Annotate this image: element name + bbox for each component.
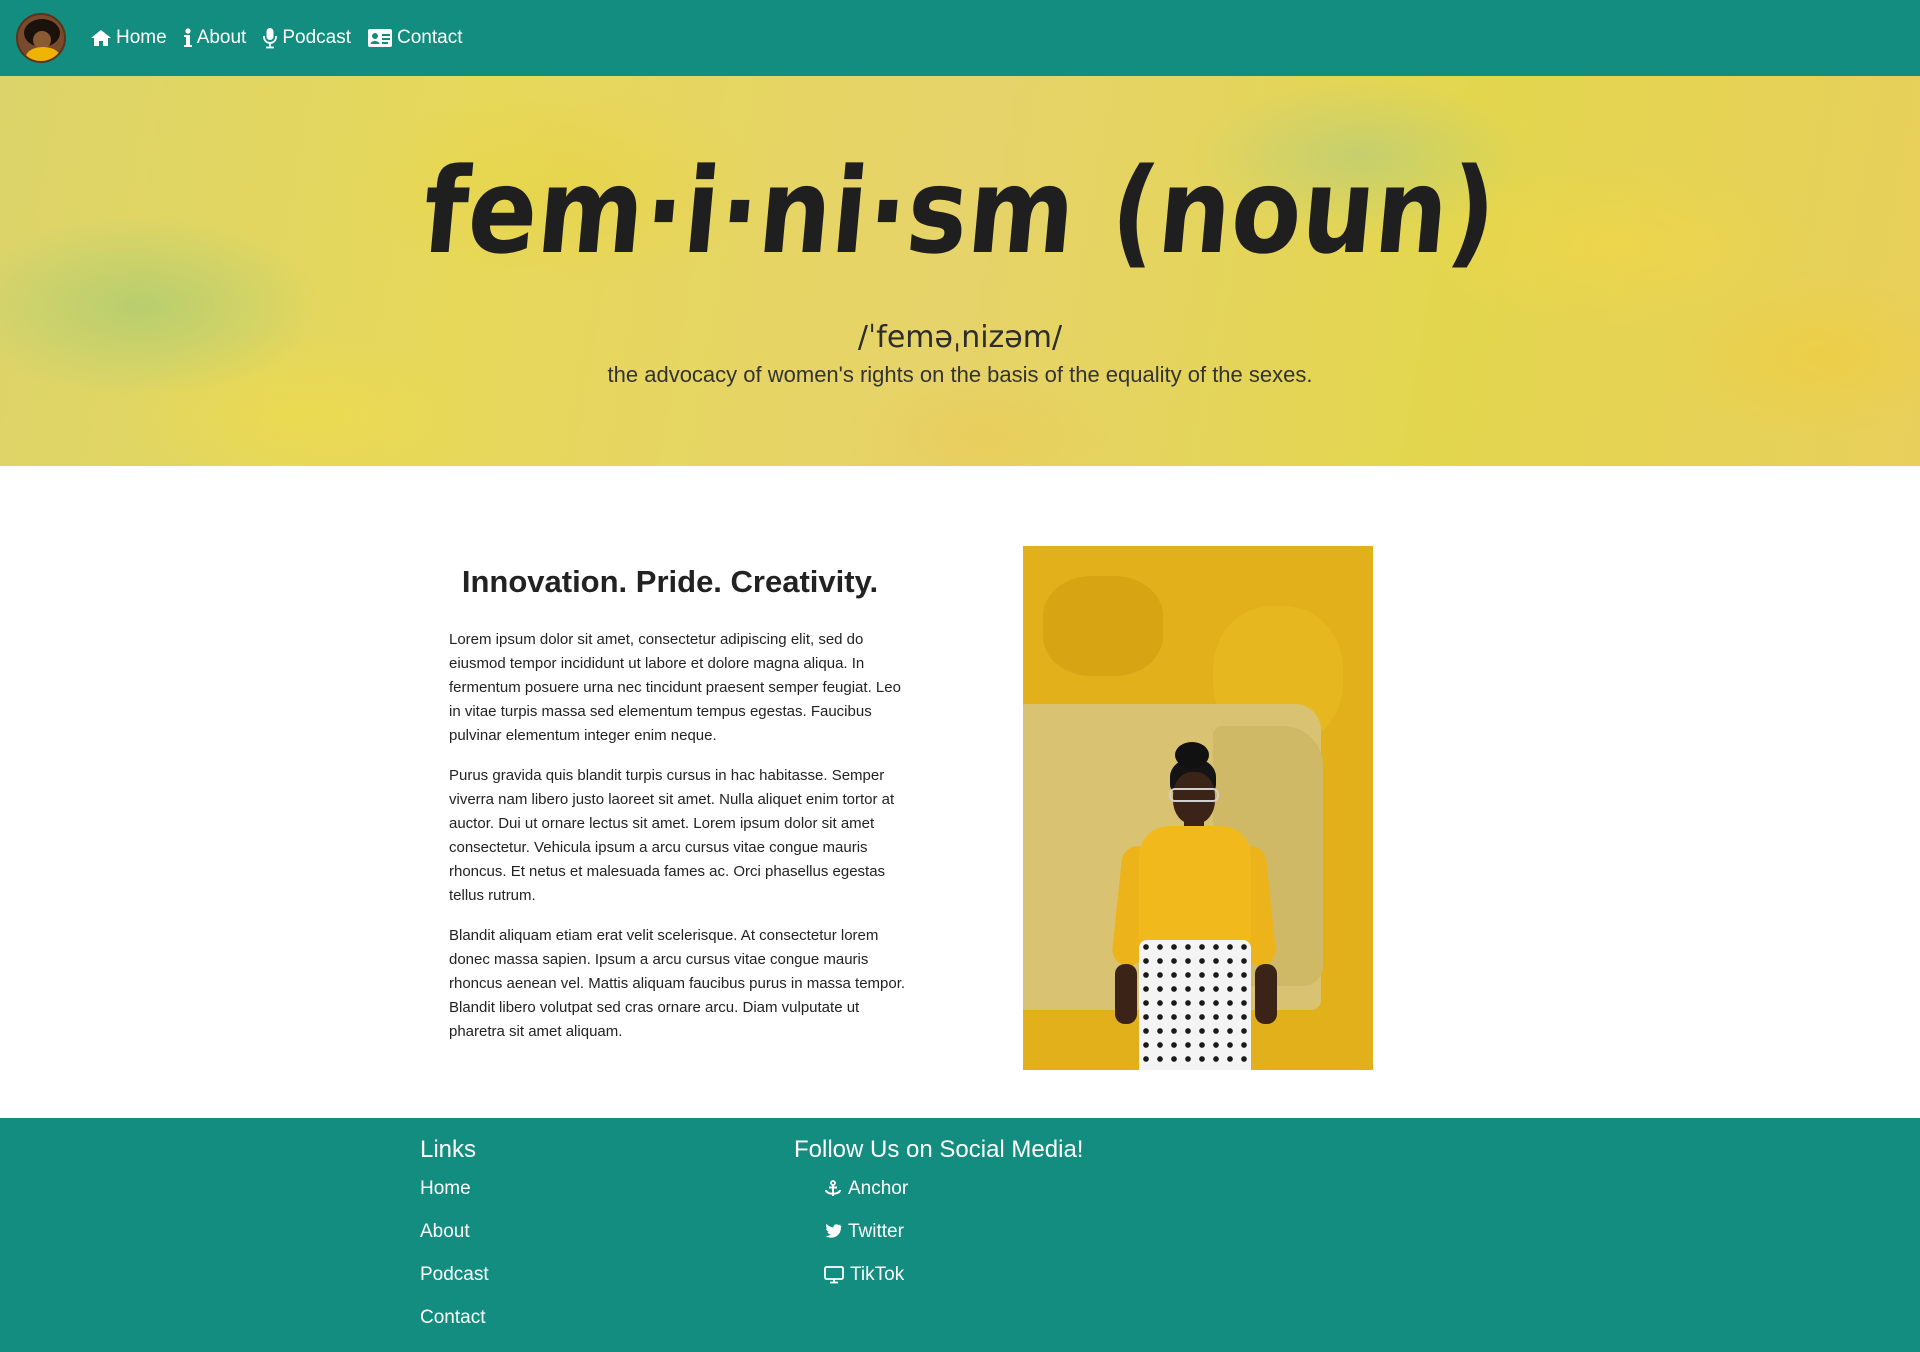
footer: Links Home About Podcast Contact Follow …	[0, 1118, 1920, 1352]
nav-about[interactable]: About	[183, 27, 247, 49]
social-link-twitter[interactable]: Twitter	[794, 1221, 1083, 1264]
section-heading: Innovation. Pride. Creativity.	[461, 564, 879, 599]
nav-home[interactable]: Home	[90, 27, 167, 49]
feature-photo	[1023, 546, 1373, 1070]
id-card-icon	[367, 28, 393, 48]
nav-podcast[interactable]: Podcast	[262, 27, 351, 49]
social-twitter-label: Twitter	[848, 1221, 904, 1242]
paragraph: Lorem ipsum dolor sit amet, consectetur …	[449, 631, 901, 744]
footer-link-contact[interactable]: Contact	[420, 1307, 489, 1350]
avatar[interactable]	[16, 13, 66, 63]
social-anchor-label: Anchor	[848, 1178, 909, 1199]
footer-link-podcast[interactable]: Podcast	[420, 1264, 489, 1307]
paragraph: Blandit aliquam etiam erat velit sceleri…	[449, 927, 906, 1040]
footer-link-home[interactable]: Home	[420, 1178, 489, 1221]
footer-link-about[interactable]: About	[420, 1221, 489, 1264]
social-tiktok-label: TikTok	[850, 1264, 905, 1285]
nav-contact[interactable]: Contact	[367, 27, 462, 49]
monitor-icon	[824, 1266, 844, 1284]
nav-home-label: Home	[116, 27, 167, 48]
nav-about-label: About	[196, 27, 247, 48]
hero-banner: fem·i·ni·sm (noun) /ˈfeməˌnizəm/ the adv…	[0, 76, 1920, 466]
social-link-tiktok[interactable]: TikTok	[794, 1264, 1083, 1307]
nav-links: Home About Podcast Contact	[90, 27, 462, 49]
footer-social-heading: Follow Us on Social Media!	[794, 1136, 1084, 1163]
hero-phonetic: /ˈfeməˌnizəm/	[857, 320, 1063, 355]
social-link-anchor[interactable]: Anchor	[794, 1178, 1083, 1221]
paragraph: Purus gravida quis blandit turpis cursus…	[449, 767, 895, 904]
footer-links: Links Home About Podcast Contact	[420, 1136, 489, 1350]
footer-links-heading: Links	[420, 1136, 477, 1163]
hero-definition: the advocacy of women's rights on the ba…	[607, 362, 1313, 387]
home-icon	[90, 29, 112, 47]
nav-podcast-label: Podcast	[282, 27, 351, 48]
microphone-icon	[262, 27, 278, 49]
body-text: Lorem ipsum dolor sit amet, consectetur …	[449, 628, 909, 1060]
nav-contact-label: Contact	[397, 27, 463, 48]
hero-title: fem·i·ni·sm (noun)	[417, 142, 1503, 280]
footer-social: Follow Us on Social Media! Anchor Twitte…	[794, 1136, 1083, 1307]
navbar: Home About Podcast Contact	[0, 0, 1920, 76]
twitter-icon	[824, 1223, 842, 1239]
info-icon	[183, 28, 193, 48]
anchor-icon	[824, 1180, 842, 1198]
